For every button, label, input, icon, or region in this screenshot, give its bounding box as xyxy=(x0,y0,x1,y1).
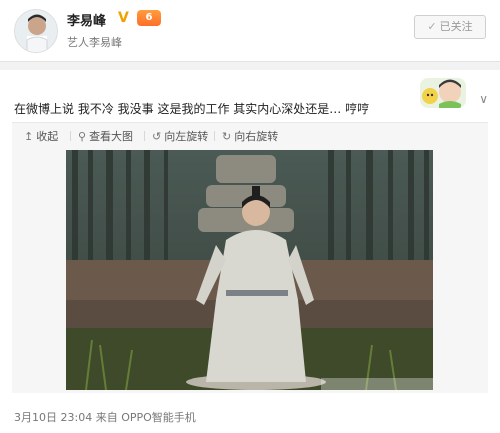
post-text: 在微博上说 我不冷 我没事 这是我的工作 其实内心深处还是… 哼哼 xyxy=(14,102,370,116)
verification-label: 艺人李易峰 xyxy=(67,36,122,49)
post-source[interactable]: OPPO智能手机 xyxy=(121,411,196,424)
toolbar-divider xyxy=(214,131,215,141)
drama-still-image xyxy=(66,150,433,390)
toolbar-divider xyxy=(70,131,71,141)
collapse-label: 收起 xyxy=(36,130,59,143)
cartoon-sticker-icon xyxy=(420,78,466,108)
rotate-left-button[interactable]: ↺ 向左旋转 xyxy=(152,128,208,144)
arrow-up-icon: ↥ xyxy=(24,130,34,143)
avatar[interactable] xyxy=(14,9,58,53)
collapse-button[interactable]: ↥ 收起 xyxy=(24,128,58,144)
image-toolbar: ↥ 收起 ⚲ 查看大图 ↺ 向左旋转 ↻ 向右旋转 xyxy=(12,122,488,148)
magnifier-icon: ⚲ xyxy=(78,130,87,143)
rotate-right-icon: ↻ xyxy=(222,130,232,143)
follow-button[interactable]: ✓ 已关注 xyxy=(414,15,486,39)
checkmark-icon: ✓ xyxy=(427,20,437,33)
view-large-button[interactable]: ⚲ 查看大图 xyxy=(78,128,133,144)
rotate-right-button[interactable]: ↻ 向右旋转 xyxy=(222,128,278,144)
post-photo[interactable] xyxy=(66,150,433,390)
view-large-label: 查看大图 xyxy=(89,130,134,143)
source-prefix: 来自 xyxy=(95,411,118,424)
profile-name[interactable]: 李易峰 xyxy=(67,10,106,29)
vip-badge-icon: 6 xyxy=(137,10,161,26)
post-card: 在微博上说 我不冷 我没事 这是我的工作 其实内心深处还是… 哼哼 ∨ ↥ 收起 … xyxy=(0,70,500,433)
post-meta: 3月10日 23:04 来自 OPPO智能手机 xyxy=(14,409,196,425)
post-time[interactable]: 3月10日 23:04 xyxy=(14,411,92,424)
verified-badge-icon: V xyxy=(118,10,129,26)
rotate-right-label: 向右旋转 xyxy=(234,130,279,143)
rotate-left-icon: ↺ xyxy=(152,130,162,143)
photo-frame xyxy=(12,148,488,393)
follow-button-label: 已关注 xyxy=(439,20,473,33)
profile-header: 李易峰 V 6 艺人李易峰 ✓ 已关注 xyxy=(0,0,500,62)
chevron-down-icon[interactable]: ∨ xyxy=(479,92,488,106)
toolbar-divider xyxy=(144,131,145,141)
avatar-portrait-icon xyxy=(15,10,57,52)
rotate-left-label: 向左旋转 xyxy=(164,130,209,143)
